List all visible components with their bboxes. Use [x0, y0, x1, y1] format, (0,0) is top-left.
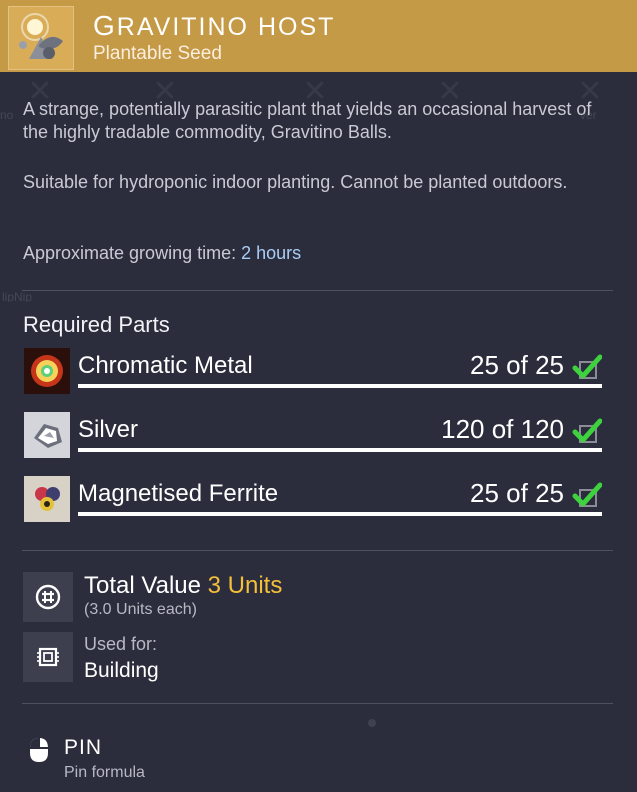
units-currency-icon: [23, 572, 73, 622]
description-text: A strange, potentially parasitic plant t…: [23, 99, 592, 142]
required-part-row[interactable]: Magnetised Ferrite 25 of 25: [24, 474, 606, 522]
part-name: Chromatic Metal: [78, 352, 253, 379]
divider: [22, 290, 613, 291]
magnetised-ferrite-icon: [24, 476, 70, 522]
part-name: Silver: [78, 416, 139, 443]
chromatic-metal-icon: [24, 348, 70, 394]
background-ghost-text: no: [0, 108, 14, 122]
item-subtitle: Plantable Seed: [93, 43, 222, 64]
required-part-row[interactable]: Silver 120 of 120: [24, 410, 606, 458]
chip-icon: [23, 632, 73, 682]
silver-icon: [24, 412, 70, 458]
gravitino-host-seed-icon: [8, 6, 74, 70]
mouse-icon: [30, 738, 48, 762]
part-progress-bar: [78, 384, 602, 388]
total-value-label: Total Value: [84, 572, 201, 599]
page-indicator-dot: [368, 719, 376, 727]
part-quantity: 120 of 120: [441, 414, 564, 444]
pin-button[interactable]: PIN: [64, 736, 102, 760]
item-title: GRAVITINO HOST: [93, 10, 336, 41]
used-for-value: Building: [84, 659, 159, 682]
value-each: (3.0 Units each): [84, 601, 197, 618]
required-parts-title: Required Parts: [23, 312, 170, 337]
part-progress-bar: [78, 448, 602, 452]
pin-formula-hint: Pin formula: [64, 764, 145, 781]
checkmark-icon: [572, 418, 602, 443]
part-quantity: 25 of 25: [470, 478, 564, 508]
divider: [22, 550, 613, 551]
total-value-amount: 3 Units: [207, 572, 283, 599]
growing-time: Approximate growing time: 2 hours: [23, 242, 603, 265]
item-header: GRAVITINO HOST Plantable Seed: [0, 0, 637, 72]
planting-note: Suitable for hydroponic indoor planting.…: [23, 172, 568, 192]
growing-time-value: 2 hours: [241, 243, 302, 263]
total-value: Total Value 3 Units: [84, 572, 282, 600]
background-ghost-text: lipNip: [2, 290, 33, 302]
checkmark-icon: [572, 482, 602, 507]
part-quantity: 25 of 25: [470, 350, 564, 380]
growing-time-label: Approximate growing time:: [23, 243, 237, 263]
checkmark-icon: [572, 354, 602, 379]
divider: [22, 703, 613, 704]
part-progress-bar: [78, 512, 602, 516]
part-name: Magnetised Ferrite: [78, 480, 279, 507]
required-part-row[interactable]: Chromatic Metal 25 of 25: [24, 346, 606, 394]
used-for-label: Used for:: [84, 634, 158, 654]
